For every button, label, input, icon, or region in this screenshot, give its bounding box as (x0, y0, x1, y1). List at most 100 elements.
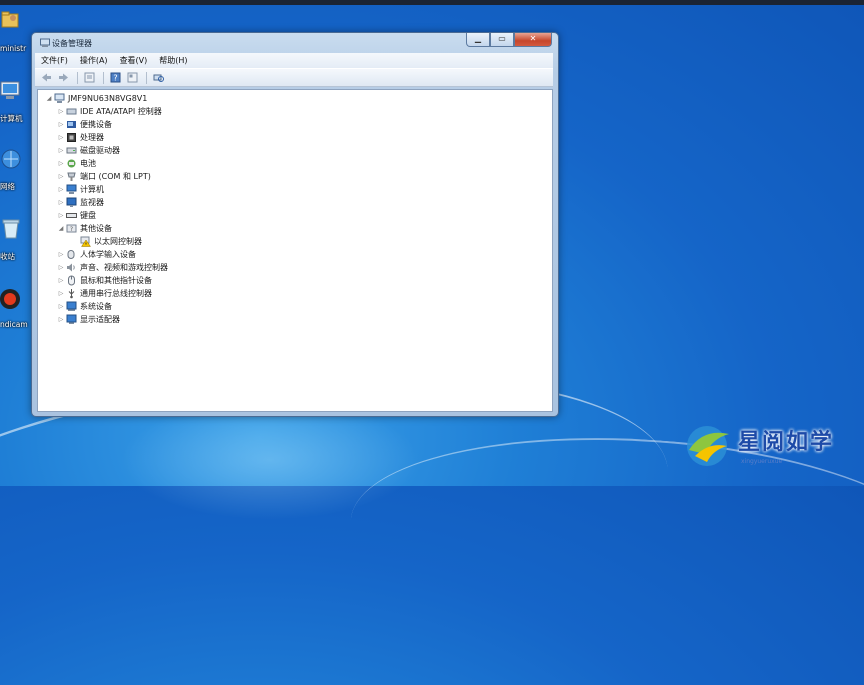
desktop-icon-recycle-bin[interactable]: 收站 (0, 218, 32, 261)
computer-icon (54, 93, 65, 103)
desktop-icon-user-folder[interactable]: ministr (0, 8, 32, 53)
device-manager-window[interactable]: 设备管理器 ▁ ▭ ✕ 文件(F) 操作(A) 查看(V) 帮助(H) ? ◢ … (31, 32, 559, 417)
user-folder-icon (1, 11, 19, 28)
watermark: 星阅如学 xingyueruxue (683, 420, 853, 470)
forward-button[interactable] (56, 71, 70, 85)
tree-item-ide[interactable]: ▷ IDE ATA/ATAPI 控制器 (56, 105, 162, 118)
window-title: 设备管理器 (52, 39, 92, 48)
caption-buttons: ▁ ▭ ✕ (466, 33, 552, 47)
mouse-icon (68, 275, 75, 286)
expand-arrow-icon[interactable]: ▷ (56, 264, 66, 271)
tree-item-hid[interactable]: ▷ 人体学输入设备 (56, 248, 136, 261)
collapse-arrow-icon[interactable]: ◢ (44, 95, 54, 102)
view-button[interactable] (125, 71, 139, 85)
expand-arrow-icon[interactable]: ▷ (56, 277, 66, 284)
tree-item-monitor[interactable]: ▷ 监视器 (56, 196, 104, 209)
tree-item-usb[interactable]: ▷ 通用串行总线控制器 (56, 287, 152, 300)
device-tree-panel[interactable]: ◢ JMF9NU63N8VG8V1 ▷ IDE ATA/ATAPI 控制器 ▷ … (37, 89, 553, 412)
back-button[interactable] (39, 71, 53, 85)
tree-item-label: 声音、视频和游戏控制器 (80, 263, 168, 272)
warning-device-icon (80, 236, 91, 247)
recycle-bin-icon (2, 219, 20, 239)
tree-item-port[interactable]: ▷ 端口 (COM 和 LPT) (56, 170, 151, 183)
expand-arrow-icon[interactable]: ▷ (56, 108, 66, 115)
title-bar[interactable]: 设备管理器 ▁ ▭ ✕ (32, 33, 558, 53)
collapse-arrow-icon[interactable]: ◢ (56, 225, 66, 232)
tree-item-label: IDE ATA/ATAPI 控制器 (80, 107, 162, 116)
tree-item-sound[interactable]: ▷ 声音、视频和游戏控制器 (56, 261, 168, 274)
view-icon (127, 72, 137, 83)
help-button[interactable]: ? (108, 71, 122, 85)
desktop-icon-computer[interactable]: 计算机 (0, 80, 32, 123)
tree-item-label: 处理器 (80, 133, 104, 142)
monitor-icon (66, 197, 77, 207)
ide-controller-icon (66, 108, 77, 115)
tree-item-system-devices[interactable]: ▷ 系统设备 (56, 300, 112, 313)
expand-arrow-icon[interactable]: ▷ (56, 303, 66, 310)
close-button[interactable]: ✕ (514, 33, 552, 47)
minimize-button[interactable]: ▁ (466, 33, 490, 47)
tree-item-keyboard[interactable]: ▷ 键盘 (56, 209, 96, 222)
tree-item-processor[interactable]: ▷ 处理器 (56, 131, 104, 144)
watermark-subtext: xingyueruxue (741, 458, 783, 465)
tree-item-portable[interactable]: ▷ 便携设备 (56, 118, 112, 131)
disk-drive-icon (66, 147, 77, 154)
tree-item-label: 电池 (80, 159, 96, 168)
sound-icon (67, 263, 75, 272)
tree-item-display-adapter[interactable]: ▷ 显示适配器 (56, 313, 120, 326)
tree-item-label: 端口 (COM 和 LPT) (80, 172, 151, 181)
toolbar-separator (77, 71, 78, 84)
tree-item-label: 监视器 (80, 198, 104, 207)
menu-bar: 文件(F) 操作(A) 查看(V) 帮助(H) (35, 53, 553, 68)
expand-arrow-icon[interactable]: ▷ (56, 316, 66, 323)
system-device-icon (66, 301, 77, 311)
maximize-button[interactable]: ▭ (490, 33, 514, 47)
other-devices-icon: ? (66, 224, 77, 233)
toolbar-separator (103, 71, 104, 84)
maximize-icon: ▭ (498, 34, 506, 43)
expand-arrow-icon[interactable]: ▷ (56, 147, 66, 154)
tree-item-disk[interactable]: ▷ 磁盘驱动器 (56, 144, 120, 157)
expand-arrow-icon[interactable]: ▷ (56, 134, 66, 141)
tree-item-label: 以太网控制器 (94, 237, 142, 246)
expand-arrow-icon[interactable]: ▷ (56, 199, 66, 206)
network-icon (1, 149, 21, 169)
properties-icon (84, 72, 94, 83)
hid-icon (67, 250, 75, 259)
display-adapter-icon (66, 314, 77, 324)
menu-view[interactable]: 查看(V) (114, 55, 154, 66)
forward-arrow-icon (58, 73, 68, 82)
desktop-icon-network[interactable]: 网络 (0, 148, 32, 191)
close-icon: ✕ (529, 34, 537, 43)
tree-item-label: 通用串行总线控制器 (80, 289, 152, 298)
tree-item-label: 系统设备 (80, 302, 112, 311)
tree-root[interactable]: ◢ JMF9NU63N8VG8V1 (44, 92, 147, 105)
tree-item-label: 显示适配器 (80, 315, 120, 324)
expand-arrow-icon[interactable]: ▷ (56, 251, 66, 258)
menu-file[interactable]: 文件(F) (35, 55, 74, 66)
properties-button[interactable] (82, 71, 96, 85)
menu-action[interactable]: 操作(A) (74, 55, 114, 66)
expand-arrow-icon[interactable]: ▷ (56, 160, 66, 167)
tree-item-label: 人体学输入设备 (80, 250, 136, 259)
svg-text:?: ? (113, 74, 117, 83)
back-arrow-icon (41, 73, 51, 82)
tree-item-other-devices[interactable]: ◢ ? 其他设备 (56, 222, 112, 235)
scan-hardware-button[interactable] (151, 71, 165, 85)
keyboard-icon (66, 213, 77, 218)
tree-item-battery[interactable]: ▷ 电池 (56, 157, 96, 170)
tree-item-label: 键盘 (80, 211, 96, 220)
expand-arrow-icon[interactable]: ▷ (56, 121, 66, 128)
portable-device-icon (67, 121, 76, 128)
device-manager-icon (40, 38, 50, 47)
expand-arrow-icon[interactable]: ▷ (56, 212, 66, 219)
expand-arrow-icon[interactable]: ▷ (56, 173, 66, 180)
tree-item-computer[interactable]: ▷ 计算机 (56, 183, 104, 196)
watermark-logo-icon (687, 426, 729, 466)
menu-help[interactable]: 帮助(H) (153, 55, 193, 66)
expand-arrow-icon[interactable]: ▷ (56, 290, 66, 297)
tree-item-mouse[interactable]: ▷ 鼠标和其他指针设备 (56, 274, 152, 287)
expand-arrow-icon[interactable]: ▷ (56, 186, 66, 193)
desktop-icon-bandicam[interactable]: ndicam (0, 288, 32, 329)
tree-item-ethernet-controller[interactable]: 以太网控制器 (70, 235, 142, 248)
